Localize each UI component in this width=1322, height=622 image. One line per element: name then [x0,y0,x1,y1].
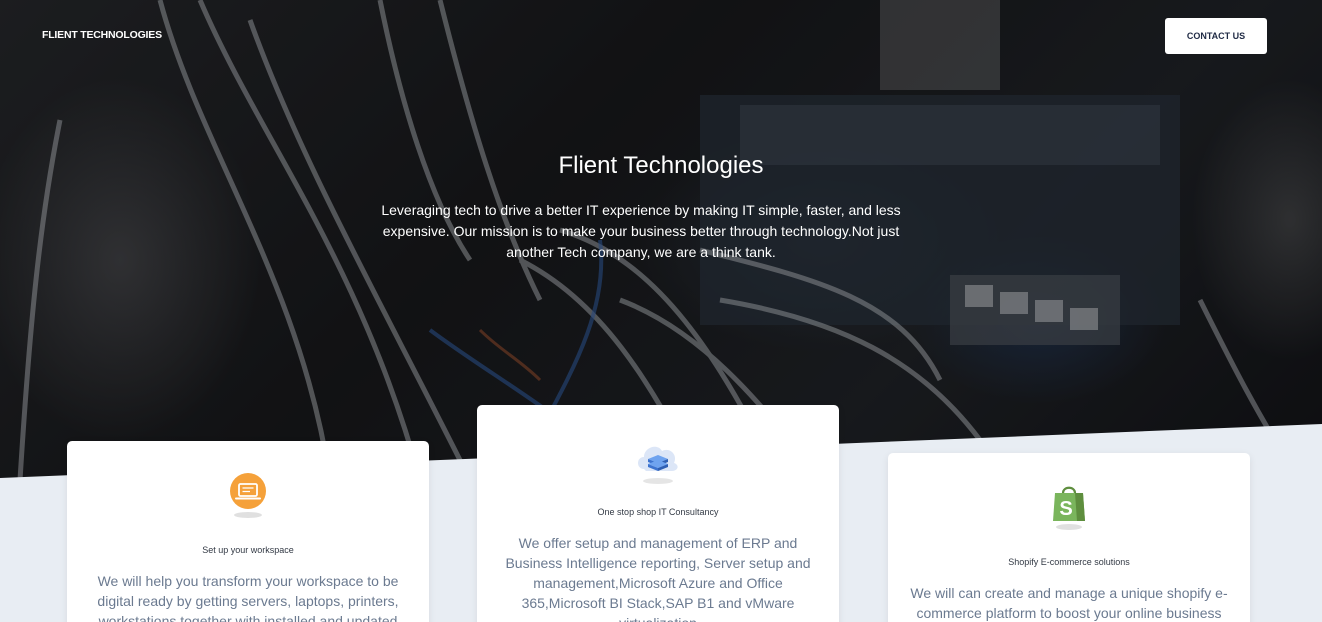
card-title: Shopify E-commerce solutions [1008,557,1130,567]
service-card-shopify: S Shopify E-commerce solutions We will c… [888,453,1250,622]
hero-description: Leveraging tech to drive a better IT exp… [381,202,901,260]
card-title: Set up your workspace [202,545,294,555]
laptop-icon [230,473,266,518]
cloud-server-icon [638,446,678,484]
svg-text:S: S [1059,498,1072,520]
card-title: One stop shop IT Consultancy [597,507,719,517]
shopify-bag-icon: S [1053,486,1085,530]
service-card-consultancy: One stop shop IT Consultancy We offer se… [477,405,839,622]
brand-logo-text[interactable]: FLIENT TECHNOLOGIES [42,29,162,41]
card-description: We offer setup and management of ERP and… [505,535,811,622]
hero-title: Flient Technologies [558,152,764,179]
contact-us-button[interactable]: CONTACT US [1165,18,1267,54]
card-description: We will help you transform your workspac… [97,573,399,622]
service-card-workspace: Set up your workspace We will help you t… [67,441,429,622]
card-description: We will can create and manage a unique s… [910,585,1228,621]
